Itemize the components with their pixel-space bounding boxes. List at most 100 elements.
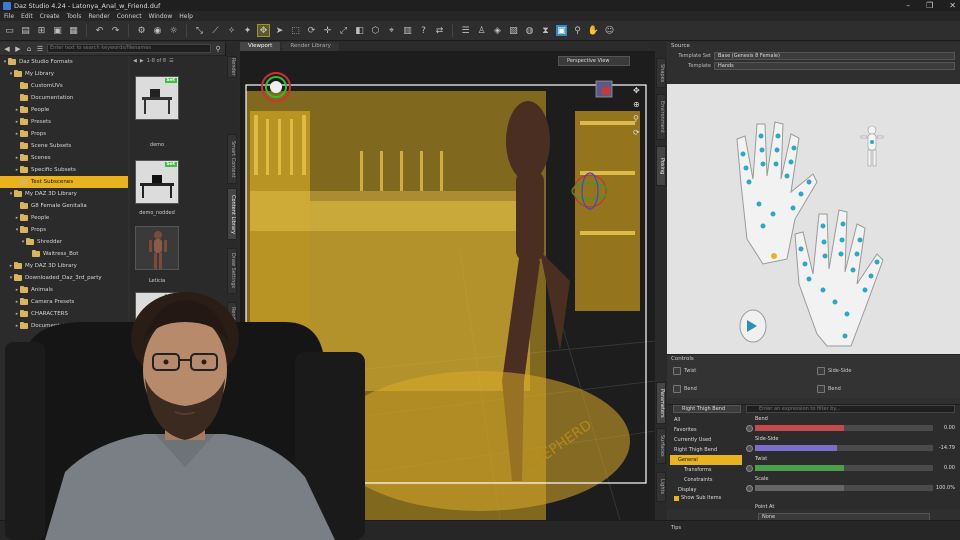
menu-render[interactable]: Render — [88, 13, 109, 20]
thumbnail-demo-nodded[interactable]: Set — [135, 160, 179, 204]
menu-window[interactable]: Window — [149, 13, 173, 20]
tab-lights[interactable]: Lights — [656, 472, 666, 502]
search-icon[interactable]: ⚲ — [214, 45, 222, 53]
scale-tool-icon[interactable]: ⤢ — [338, 25, 349, 36]
node-dropdown[interactable]: Right Thigh Bend — [673, 405, 741, 413]
tab-posing[interactable]: Posing — [656, 146, 666, 186]
geometry-editor-icon[interactable]: ⬡ — [370, 25, 381, 36]
maximize-button[interactable]: ❐ — [926, 0, 933, 11]
parameter-group-item[interactable]: All — [670, 415, 742, 425]
tree-item[interactable]: ▾ My Library — [0, 68, 128, 80]
iray-icon[interactable]: ☼ — [168, 25, 179, 36]
search-input[interactable]: Enter text to search keywords/filenames — [47, 44, 211, 53]
region-nav-icon[interactable]: ⬚ — [290, 25, 301, 36]
tab-parameters[interactable]: Parameters — [656, 382, 666, 424]
tree-item[interactable]: G8 Female Genitalia — [0, 200, 128, 212]
template-set-select[interactable]: Base (Genesis 8 Female) — [714, 52, 955, 60]
tree-item[interactable]: Scene Subsets — [0, 140, 128, 152]
parameter-group-item[interactable]: Transforms — [670, 465, 742, 475]
render-settings-icon[interactable]: ⚙ — [136, 25, 147, 36]
help-icon[interactable]: ? — [418, 25, 429, 36]
slider-track[interactable] — [755, 485, 933, 491]
tab-environment[interactable]: Environment — [656, 94, 666, 140]
merge-icon[interactable]: ⊞ — [36, 25, 47, 36]
template-select[interactable]: Hands — [714, 62, 955, 70]
node-select-icon[interactable]: ⤡ — [194, 25, 205, 36]
slider-track[interactable] — [755, 445, 933, 451]
close-button[interactable]: ✕ — [949, 0, 956, 11]
save-as-icon[interactable]: ▦ — [68, 25, 79, 36]
zoom-nav-icon[interactable]: ⚲ — [633, 114, 639, 123]
redo-icon[interactable]: ↷ — [110, 25, 121, 36]
content-icon[interactable]: ▧ — [508, 25, 519, 36]
new-file-icon[interactable]: ▭ — [4, 25, 15, 36]
morph-icon[interactable]: ◈ — [492, 25, 503, 36]
slider-options-icon[interactable] — [746, 464, 753, 472]
menu-file[interactable]: File — [4, 13, 14, 20]
next-page-icon[interactable]: ▶ — [140, 58, 144, 64]
bend-control-2[interactable]: Bend — [817, 385, 841, 393]
parameter-group-item[interactable]: Currently Used — [670, 435, 742, 445]
tree-item[interactable]: ▾ Props — [0, 224, 128, 236]
twist-control[interactable]: Twist — [673, 367, 696, 375]
show-sub-items-row[interactable]: Show Sub Items — [670, 493, 721, 503]
slider-options-icon[interactable] — [746, 444, 753, 452]
forward-icon[interactable]: ▶ — [14, 45, 22, 53]
tree-item[interactable]: ▸ Specific Subsets — [0, 164, 128, 176]
tree-item[interactable]: Waitress_Bot — [0, 248, 128, 260]
lock-icon[interactable]: ⚲ — [572, 25, 583, 36]
side-side-control[interactable]: Side-Side — [817, 367, 851, 375]
tree-item[interactable]: Documentation — [0, 92, 128, 104]
bend-control[interactable]: Bend — [673, 385, 697, 393]
rotate-nav-icon[interactable]: ⟳ — [633, 128, 640, 137]
figure-setup-icon[interactable]: ♙ — [476, 25, 487, 36]
parameter-group-item[interactable]: Favorites — [670, 425, 742, 435]
slider-options-icon[interactable] — [746, 424, 753, 432]
joint-editor-icon[interactable]: ⟋ — [210, 25, 221, 36]
menu-edit[interactable]: Edit — [21, 13, 33, 20]
show-sub-items-checkbox[interactable] — [674, 495, 679, 501]
tab-smart-content[interactable]: Smart Content — [227, 134, 237, 184]
undo-icon[interactable]: ↶ — [94, 25, 105, 36]
universal-tool-icon[interactable]: ✥ — [257, 24, 270, 37]
menu-help[interactable]: Help — [179, 13, 193, 20]
rotate-tool-icon[interactable]: ⟳ — [306, 25, 317, 36]
layout-icon[interactable]: ▣ — [556, 25, 567, 36]
camera-tool-icon[interactable]: ⌖ — [386, 25, 397, 36]
tree-item[interactable]: Test Subscenes — [0, 176, 128, 188]
menu-tools[interactable]: Tools — [67, 13, 82, 20]
slider-track[interactable] — [755, 465, 933, 471]
slider-value[interactable]: 0.00 — [935, 465, 955, 471]
thumbnail-demo[interactable]: Set — [135, 76, 179, 120]
tree-item[interactable]: ▾ My DAZ 3D Library — [0, 188, 128, 200]
tree-item[interactable]: ▸ Props — [0, 128, 128, 140]
tree-item[interactable]: CustomUVs — [0, 80, 128, 92]
back-icon[interactable]: ◀ — [3, 45, 11, 53]
save-icon[interactable]: ▣ — [52, 25, 63, 36]
open-file-icon[interactable]: ▤ — [20, 25, 31, 36]
tree-item[interactable]: ▸ People — [0, 104, 128, 116]
menu-connect[interactable]: Connect — [117, 13, 142, 20]
slider-value[interactable]: 0.00 — [935, 425, 955, 431]
home-icon[interactable]: ⌂ — [25, 45, 33, 53]
tree-item[interactable]: ▸ People — [0, 212, 128, 224]
slider-value[interactable]: 100.0% — [935, 485, 955, 491]
shaders-icon[interactable]: ◍ — [524, 25, 535, 36]
slider-track[interactable] — [755, 425, 933, 431]
hand-pose-map[interactable] — [667, 84, 960, 354]
tree-item[interactable]: ▸ Scenes — [0, 152, 128, 164]
select-arrow-icon[interactable]: ➤ — [274, 25, 285, 36]
render-icon[interactable]: ◉ — [152, 25, 163, 36]
tab-surfaces[interactable]: Surfaces — [656, 428, 666, 464]
pose-icon[interactable]: ✋ — [588, 25, 599, 36]
parameter-group-item[interactable]: Right Thigh Bend — [670, 445, 742, 455]
timeline-icon[interactable]: ⧗ — [540, 25, 551, 36]
menu-create[interactable]: Create — [40, 13, 60, 20]
filter-icon[interactable]: ☰ — [36, 45, 44, 53]
tab-viewport[interactable]: Viewport — [240, 42, 281, 51]
avatar-icon[interactable]: ☺ — [604, 25, 615, 36]
tree-item[interactable]: ▾ Shredder — [0, 236, 128, 248]
tab-render[interactable]: Render — [227, 56, 237, 78]
minimize-button[interactable]: – — [906, 0, 910, 11]
transfer-icon[interactable]: ⇄ — [434, 25, 445, 36]
